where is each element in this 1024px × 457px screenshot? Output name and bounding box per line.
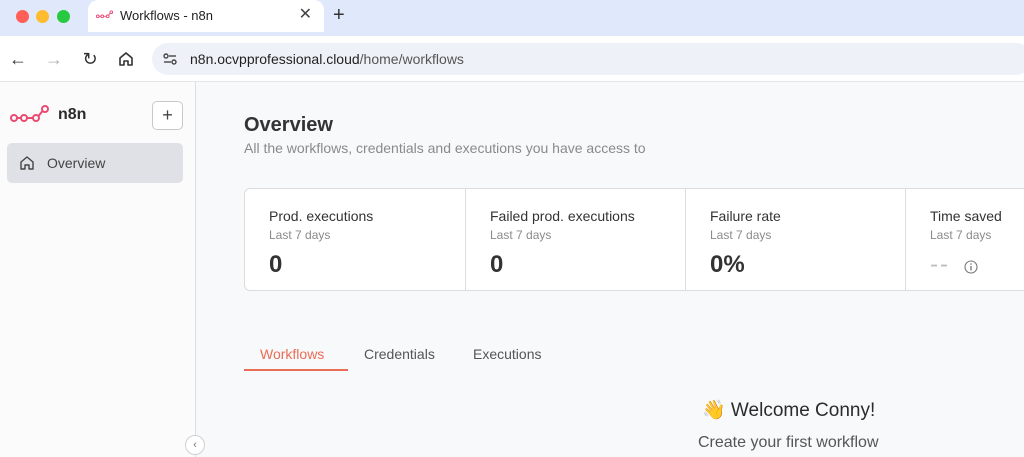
stat-value: 0 — [490, 251, 504, 278]
browser-toolbar: ← → ↻ n8n.ocvpprofessional.cloud/home/wo… — [0, 36, 1024, 82]
stat-label: Time saved — [930, 208, 1002, 224]
stat-period: Last 7 days — [269, 228, 331, 242]
stat-card-prod-executions[interactable]: Prod. executions Last 7 days 0 — [245, 189, 466, 290]
back-button[interactable]: ← — [8, 49, 28, 69]
sidebar: n8n + Overview — [0, 82, 196, 457]
tab-credentials[interactable]: Credentials — [364, 346, 435, 362]
home-icon — [20, 156, 34, 170]
sidebar-item-label: Overview — [47, 155, 106, 171]
stat-card-failed-executions[interactable]: Failed prod. executions Last 7 days 0 — [466, 189, 686, 290]
stats-panel: Prod. executions Last 7 days 0 Failed pr… — [244, 188, 1024, 291]
reload-button[interactable]: ↻ — [80, 49, 100, 69]
browser-tab-bar: Workflows - n8n ✕ + — [0, 0, 1024, 36]
tab-close-icon[interactable]: ✕ — [299, 6, 312, 24]
info-icon[interactable] — [964, 260, 978, 274]
stat-value: 0 — [269, 251, 283, 278]
stat-label: Failure rate — [710, 208, 781, 224]
page-title: Overview — [244, 114, 333, 136]
stat-period: Last 7 days — [710, 228, 772, 242]
maximize-window-button[interactable] — [57, 10, 70, 23]
tab-executions[interactable]: Executions — [473, 346, 541, 362]
stat-label: Failed prod. executions — [490, 208, 635, 224]
collapse-sidebar-button[interactable]: ‹ — [185, 435, 205, 455]
sidebar-item-overview[interactable]: Overview — [7, 143, 183, 183]
n8n-logo-icon — [10, 105, 49, 122]
stat-period: Last 7 days — [930, 228, 992, 242]
stat-card-time-saved[interactable]: Time saved Last 7 days -- — [906, 189, 1024, 290]
home-button-icon[interactable] — [117, 50, 135, 68]
create-workflow-text: Create your first workflow — [698, 434, 879, 451]
logo-text: n8n — [58, 106, 87, 123]
minimize-window-button[interactable] — [36, 10, 49, 23]
page-subtitle: All the workflows, credentials and execu… — [244, 140, 646, 156]
add-button[interactable]: + — [152, 101, 183, 130]
welcome-heading: 👋 Welcome Conny! — [702, 400, 876, 421]
new-tab-button[interactable]: + — [333, 4, 345, 26]
n8n-favicon-icon — [96, 10, 114, 19]
close-window-button[interactable] — [16, 10, 29, 23]
stat-label: Prod. executions — [269, 208, 374, 224]
stat-card-failure-rate[interactable]: Failure rate Last 7 days 0% — [686, 189, 906, 290]
tab-workflows[interactable]: Workflows — [260, 346, 324, 362]
site-settings-icon[interactable] — [162, 51, 178, 67]
address-bar[interactable]: n8n.ocvpprofessional.cloud/home/workflow… — [152, 43, 1024, 75]
browser-tab[interactable]: Workflows - n8n ✕ — [88, 0, 324, 32]
main-content: Overview All the workflows, credentials … — [197, 82, 1024, 457]
stat-period: Last 7 days — [490, 228, 552, 242]
stat-value: -- — [930, 251, 950, 278]
url-text: n8n.ocvpprofessional.cloud/home/workflow… — [190, 51, 464, 67]
stat-value: 0% — [710, 251, 745, 278]
tab-title: Workflows - n8n — [120, 8, 213, 23]
active-tab-indicator — [244, 369, 348, 371]
forward-button[interactable]: → — [44, 49, 64, 69]
